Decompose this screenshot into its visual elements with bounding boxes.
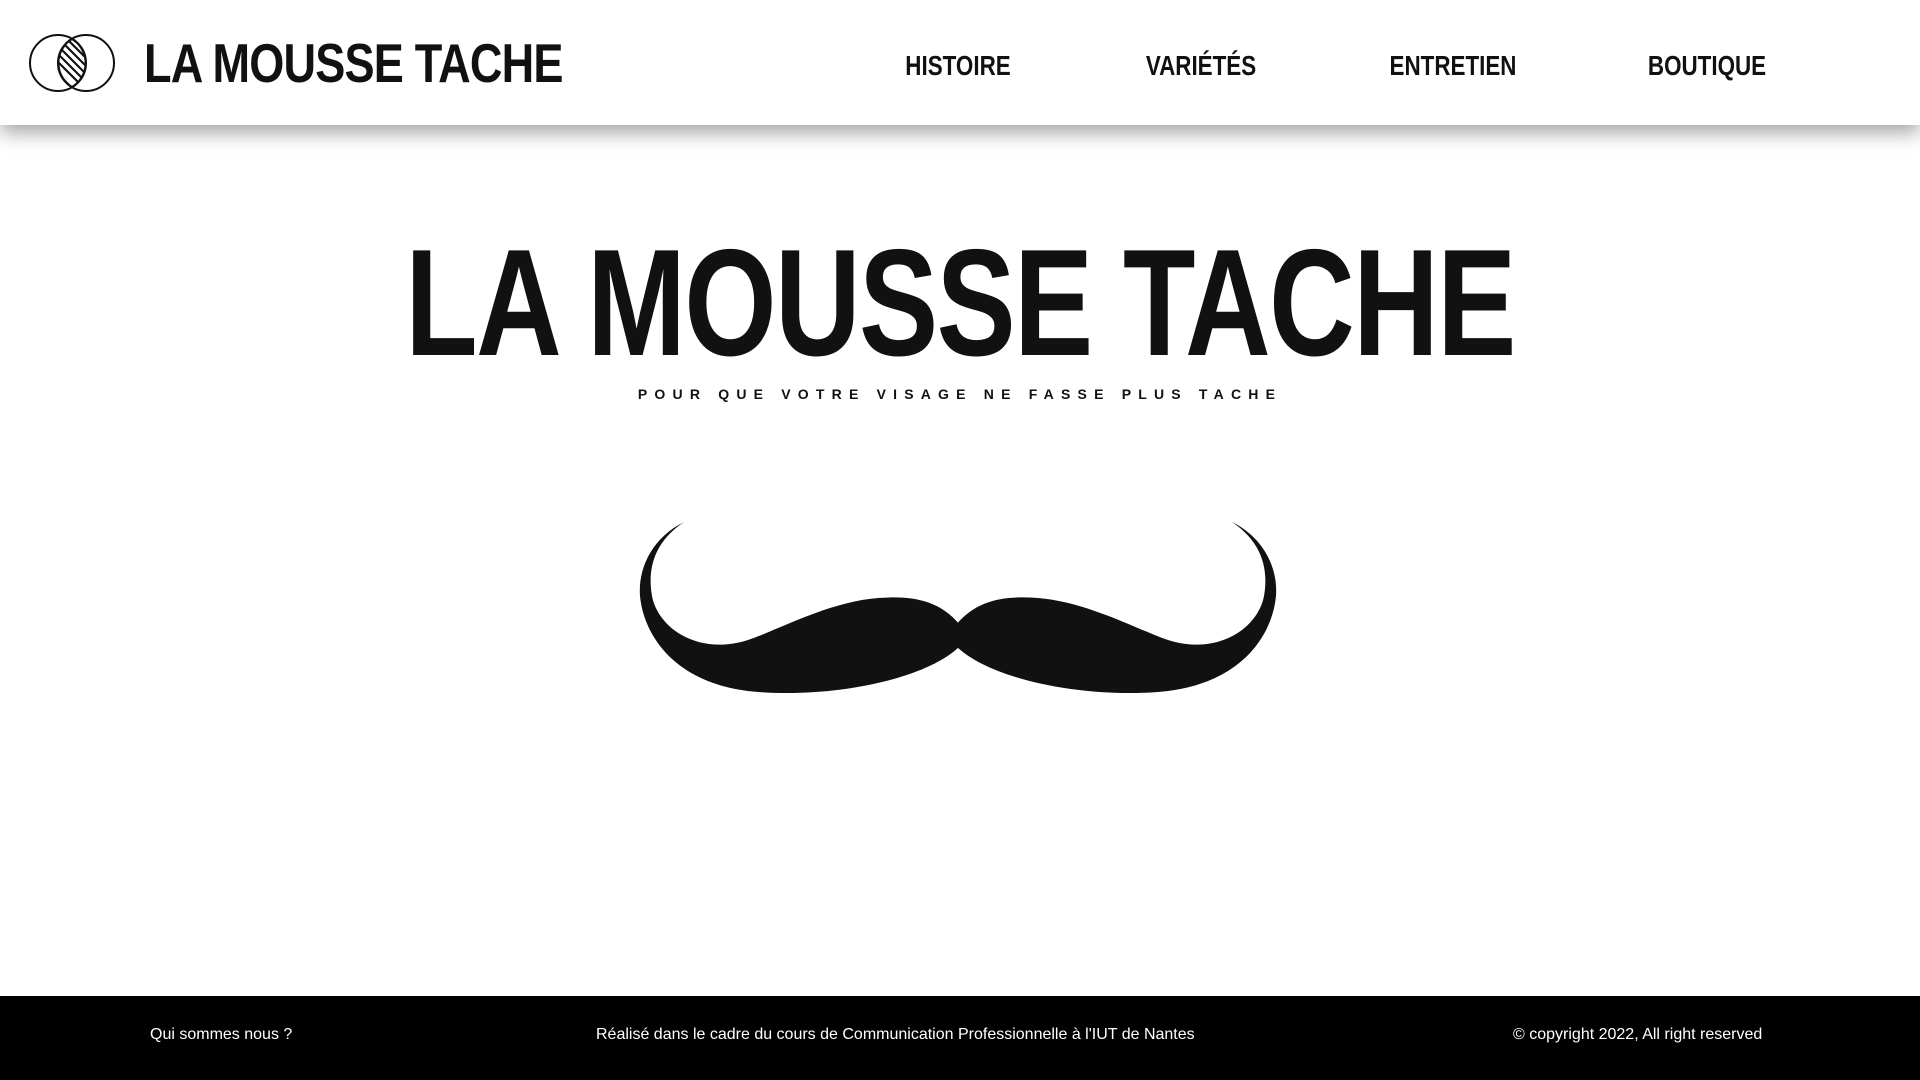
hero-title: LA MOUSSE TACHE — [405, 218, 1516, 388]
nav-varietes[interactable]: VARIÉTÉS — [1121, 46, 1281, 86]
nav-boutique[interactable]: BOUTIQUE — [1627, 46, 1787, 86]
mustache-icon — [638, 518, 1278, 694]
footer-copyright: © copyright 2022, All right reserved — [1513, 1026, 1763, 1043]
footer-credit: Réalisé dans le cadre du cours de Commun… — [596, 1026, 1195, 1043]
site-header: LA MOUSSE TACHE HISTOIRE VARIÉTÉS ENTRET… — [0, 0, 1920, 125]
footer-about-link[interactable]: Qui sommes nous ? — [150, 1025, 292, 1045]
main-navigation: HISTOIRE VARIÉTÉS ENTRETIEN BOUTIQUE — [0, 46, 1920, 86]
site-footer: Qui sommes nous ? Réalisé dans le cadre … — [0, 996, 1920, 1080]
nav-histoire[interactable]: HISTOIRE — [878, 46, 1038, 86]
nav-entretien[interactable]: ENTRETIEN — [1373, 46, 1533, 86]
hero-tagline: POUR QUE VOTRE VISAGE NE FASSE PLUS TACH… — [637, 386, 1283, 402]
